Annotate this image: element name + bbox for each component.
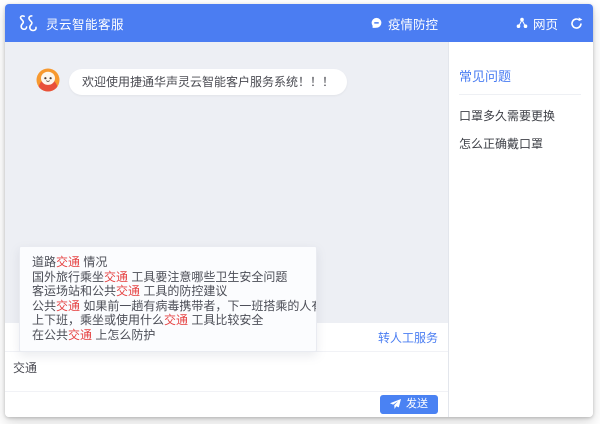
composer-footer: 发送 bbox=[5, 392, 448, 417]
nav-item-web[interactable]: 网页 bbox=[516, 14, 558, 33]
suggestion-item[interactable]: 在公共交通 上怎么防护 bbox=[20, 328, 316, 343]
chat-bubble-icon bbox=[370, 17, 383, 30]
suggestion-keyword: 交通 bbox=[164, 313, 188, 327]
robot-avatar bbox=[36, 68, 60, 92]
nav-item-epidemic[interactable]: 疫情防控 bbox=[370, 14, 438, 33]
brand-title: 灵云智能客服 bbox=[46, 14, 124, 33]
suggestion-item[interactable]: 道路交通 情况 bbox=[20, 255, 316, 270]
send-button[interactable]: 发送 bbox=[380, 395, 438, 414]
lingyun-logo-icon bbox=[18, 13, 39, 34]
suggestion-text: 情况 bbox=[80, 255, 107, 269]
faq-item-mask-replace[interactable]: 口罩多久需要更换 bbox=[459, 109, 581, 123]
share-nodes-icon bbox=[516, 17, 528, 29]
suggestion-text: 工具要注意哪些卫生安全问题 bbox=[128, 270, 287, 284]
chat-column: 欢迎使用捷通华声灵云智能客户服务系统！！！ 转人工服务 交通 发送 bbox=[5, 42, 449, 417]
suggestion-panel: 道路交通 情况 国外旅行乘坐交通 工具要注意哪些卫生安全问题 客运场站和公共交通… bbox=[19, 246, 317, 352]
suggestion-text: 工具比较安全 bbox=[188, 313, 263, 327]
suggestion-text: 上怎么防护 bbox=[92, 328, 155, 342]
suggestion-item[interactable]: 国外旅行乘坐交通 工具要注意哪些卫生安全问题 bbox=[20, 270, 316, 285]
suggestion-text: 公共 bbox=[32, 299, 56, 313]
suggestion-keyword: 交通 bbox=[68, 328, 92, 342]
main-area: 欢迎使用捷通华声灵云智能客户服务系统！！！ 转人工服务 交通 发送 bbox=[5, 42, 593, 417]
suggestion-text: 在公共 bbox=[32, 328, 68, 342]
message-row: 欢迎使用捷通华声灵云智能客户服务系统！！！ bbox=[36, 68, 347, 95]
header-bar: 灵云智能客服 疫情防控 网页 bbox=[5, 4, 593, 42]
transfer-service-link[interactable]: 转人工服务 bbox=[378, 329, 438, 346]
brand: 灵云智能客服 bbox=[18, 13, 124, 34]
message-input[interactable]: 交通 bbox=[5, 352, 448, 392]
refresh-button[interactable] bbox=[570, 17, 583, 30]
suggestion-keyword: 交通 bbox=[56, 255, 80, 269]
nav-epidemic-label: 疫情防控 bbox=[388, 14, 438, 33]
paper-plane-icon bbox=[390, 399, 401, 410]
suggestion-text: 上下班，乘坐或使用什么 bbox=[32, 313, 164, 327]
suggestion-text: 如果前一趟有病毒携带者，下一班搭乘的人有感染风险吗 bbox=[80, 299, 316, 313]
suggestion-text: 工具的防控建议 bbox=[140, 284, 227, 298]
faq-sidebar: 常见问题 口罩多久需要更换 怎么正确戴口罩 bbox=[449, 42, 593, 417]
refresh-icon bbox=[570, 17, 583, 30]
suggestion-text: 客运场站和公共 bbox=[32, 284, 116, 298]
suggestion-item[interactable]: 上下班，乘坐或使用什么交通 工具比较安全 bbox=[20, 313, 316, 328]
faq-item-mask-wear[interactable]: 怎么正确戴口罩 bbox=[459, 137, 581, 151]
nav-web-label: 网页 bbox=[533, 14, 558, 33]
suggestion-item[interactable]: 公共交通 如果前一趟有病毒携带者，下一班搭乘的人有感染风险吗 bbox=[20, 299, 316, 314]
suggestion-keyword: 交通 bbox=[116, 284, 140, 298]
suggestion-text: 道路 bbox=[32, 255, 56, 269]
faq-title: 常见问题 bbox=[459, 66, 581, 95]
suggestion-text: 国外旅行乘坐 bbox=[32, 270, 104, 284]
suggestion-keyword: 交通 bbox=[56, 299, 80, 313]
app-window: 灵云智能客服 疫情防控 网页 bbox=[5, 4, 593, 417]
suggestion-keyword: 交通 bbox=[104, 270, 128, 284]
send-label: 发送 bbox=[406, 399, 428, 410]
suggestion-item[interactable]: 客运场站和公共交通 工具的防控建议 bbox=[20, 284, 316, 299]
welcome-bubble: 欢迎使用捷通华声灵云智能客户服务系统！！！ bbox=[69, 69, 347, 95]
